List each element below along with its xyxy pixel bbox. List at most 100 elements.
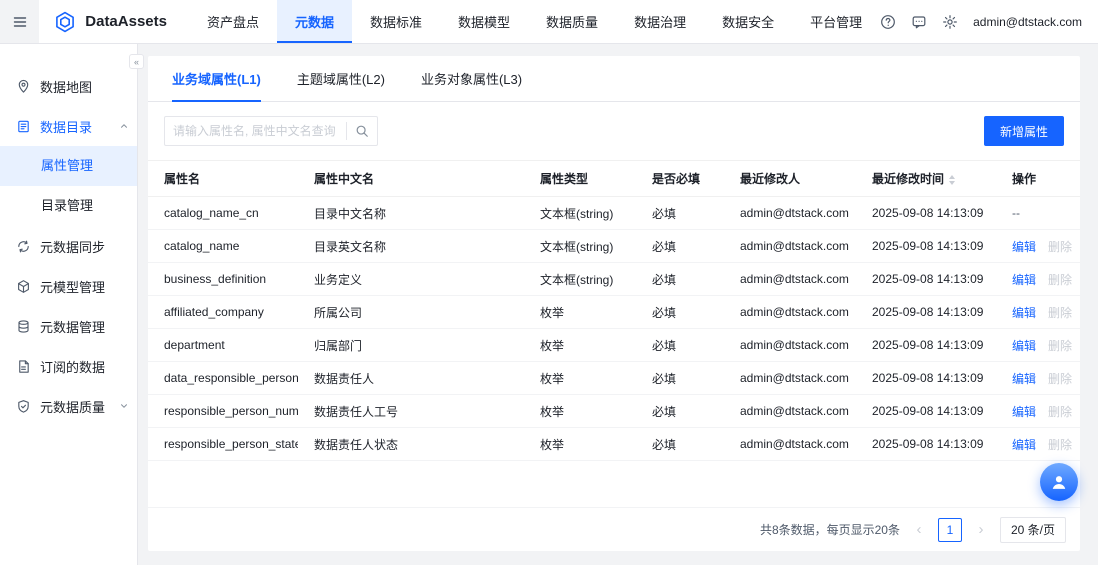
topbar: DataAssets 资产盘点 元数据 数据标准 数据模型 数据质量 数据治理 数据安全 平台… (0, 0, 1098, 44)
edit-link[interactable]: 编辑 (1012, 438, 1036, 452)
column-header[interactable]: 最近修改时间 (856, 160, 996, 197)
cell-modifier: admin@dtstack.com (724, 229, 856, 263)
delete-link[interactable]: 删除 (1048, 339, 1072, 353)
column-header: 操作 (996, 160, 1080, 197)
column-header-label: 操作 (1012, 172, 1037, 186)
tab[interactable]: 主题域属性(L2) (297, 56, 385, 101)
sidebar-item-label: 数据地图 (40, 79, 93, 95)
cell-name: responsible_person_number (148, 394, 298, 428)
top-nav-item[interactable]: 数据安全 (704, 0, 792, 43)
delete-link[interactable]: 删除 (1048, 306, 1072, 320)
top-nav-item[interactable]: 平台管理 (792, 0, 880, 43)
search-box (164, 116, 378, 146)
cell-actions: 编辑 删除 (996, 427, 1080, 461)
cell-type: 枚举 (524, 427, 636, 461)
help-icon[interactable] (880, 14, 896, 30)
top-nav-item[interactable]: 数据模型 (440, 0, 528, 43)
sidebar-item[interactable]: 数据目录 (0, 106, 137, 146)
sidebar-item-label: 订阅的数据 (40, 359, 106, 375)
sidebar: 数据地图数据目录 属性管理 目录管理元数据同步元模型管理元数据管理订阅的数据元数据质… (0, 44, 138, 565)
cell-modified-time: 2025-09-08 14:13:09 (856, 394, 996, 428)
table-row: catalog_name_cn 目录中文名称 文本框(string) 必填 admin@… (148, 196, 1080, 230)
sidebar-item[interactable]: 元数据质量 (0, 386, 137, 426)
cell-modifier: admin@dtstack.com (724, 295, 856, 329)
cell-required: 必填 (636, 229, 724, 263)
cell-cn-name: 业务定义 (298, 262, 524, 296)
cell-type: 文本框(string) (524, 262, 636, 296)
hamburger-menu-button[interactable] (0, 0, 40, 43)
top-nav-item[interactable]: 元数据 (277, 0, 353, 43)
top-nav-item[interactable]: 数据标准 (352, 0, 440, 43)
content-card: 业务域属性(L1) 主题域属性(L2) 业务对象属性(L3) 新增属性 (148, 56, 1080, 551)
delete-link[interactable]: 删除 (1048, 273, 1072, 287)
column-header: 属性类型 (524, 160, 636, 197)
sidebar-item[interactable]: 数据地图 (0, 66, 137, 106)
sidebar-subitem[interactable]: 属性管理 (0, 146, 137, 186)
cell-modifier: admin@dtstack.com (724, 328, 856, 362)
attributes-table: 属性名 属性中文名 属性类型 是否必填 最近修改人 最近修改时间 操作 catalog_na… (148, 160, 1080, 461)
chevron-up-icon (119, 121, 129, 131)
edit-link[interactable]: 编辑 (1012, 372, 1036, 386)
edit-link[interactable]: 编辑 (1012, 405, 1036, 419)
topbar-icons (880, 14, 958, 30)
column-header-label: 最近修改人 (740, 172, 801, 186)
sidebar-item[interactable]: 元数据同步 (0, 226, 137, 266)
sidebar-item[interactable]: 订阅的数据 (0, 346, 137, 386)
cell-modified-time: 2025-09-08 14:13:09 (856, 196, 996, 230)
edit-link[interactable]: 编辑 (1012, 339, 1036, 353)
delete-link[interactable]: 删除 (1048, 405, 1072, 419)
cell-required: 必填 (636, 295, 724, 329)
subscribe-icon (16, 359, 31, 374)
delete-link[interactable]: 删除 (1048, 438, 1072, 452)
edit-link[interactable]: 编辑 (1012, 306, 1036, 320)
column-header: 属性名 (148, 160, 298, 197)
cell-modifier: admin@dtstack.com (724, 196, 856, 230)
model-icon (16, 279, 31, 294)
sort-icon[interactable] (949, 174, 956, 185)
cell-actions: 编辑 删除 (996, 328, 1080, 362)
user-email[interactable]: admin@dtstack.com (973, 15, 1082, 29)
delete-link[interactable]: 删除 (1048, 372, 1072, 386)
cell-required: 必填 (636, 427, 724, 461)
cell-actions: -- (996, 196, 1080, 230)
message-icon[interactable] (911, 14, 927, 30)
cell-cn-name: 目录英文名称 (298, 229, 524, 263)
cell-cn-name: 目录中文名称 (298, 196, 524, 230)
tab[interactable]: 业务对象属性(L3) (421, 56, 522, 101)
shield-icon (16, 399, 31, 414)
page-size-select[interactable]: 20 条/页 (999, 516, 1066, 543)
table-row: responsible_person_number数据责任人工号枚举必填admi… (148, 394, 1080, 428)
edit-link[interactable]: 编辑 (1012, 240, 1036, 254)
cell-required: 必填 (636, 394, 724, 428)
search-input[interactable] (165, 124, 346, 138)
sidebar-collapse-button[interactable]: « (129, 54, 144, 69)
sidebar-item-label: 元数据质量 (40, 399, 106, 415)
cell-type: 文本框(string) (524, 229, 636, 263)
edit-link[interactable]: 编辑 (1012, 273, 1036, 287)
tab[interactable]: 业务域属性(L1) (172, 56, 261, 102)
pagination-page-current[interactable]: 1 (937, 517, 962, 542)
table-row: affiliated_company 所属公司 枚举 必填 admin@dtstack.… (148, 295, 1080, 329)
cell-name: catalog_name (148, 229, 298, 263)
brand-logo-icon (53, 10, 77, 34)
cell-actions: 编辑 删除 (996, 295, 1080, 329)
sidebar-item[interactable]: 元数据管理 (0, 306, 137, 346)
settings-icon[interactable] (942, 14, 958, 30)
cell-required: 必填 (636, 262, 724, 296)
sidebar-subitem[interactable]: 目录管理 (0, 186, 137, 226)
brand-name: DataAssets (85, 13, 167, 30)
pagination-next-button[interactable]: › (970, 519, 992, 541)
cell-actions: 编辑 删除 (996, 394, 1080, 428)
top-nav-item[interactable]: 数据治理 (616, 0, 704, 43)
delete-link[interactable]: 删除 (1048, 240, 1072, 254)
pagination-prev-button[interactable]: ‹ (908, 519, 930, 541)
sidebar-item[interactable]: 元模型管理 (0, 266, 137, 306)
add-attribute-button[interactable]: 新增属性 (983, 116, 1064, 146)
sidebar-item-label: 元数据同步 (40, 239, 106, 255)
sidebar-item-label: 元数据管理 (40, 319, 106, 335)
table-row: responsible_person_state 数据责任人状态 枚举 必填 admin… (148, 427, 1080, 461)
assistant-floating-button[interactable] (1040, 463, 1078, 501)
top-nav-item[interactable]: 资产盘点 (189, 0, 277, 43)
top-nav-item[interactable]: 数据质量 (528, 0, 616, 43)
search-icon[interactable] (347, 117, 377, 145)
